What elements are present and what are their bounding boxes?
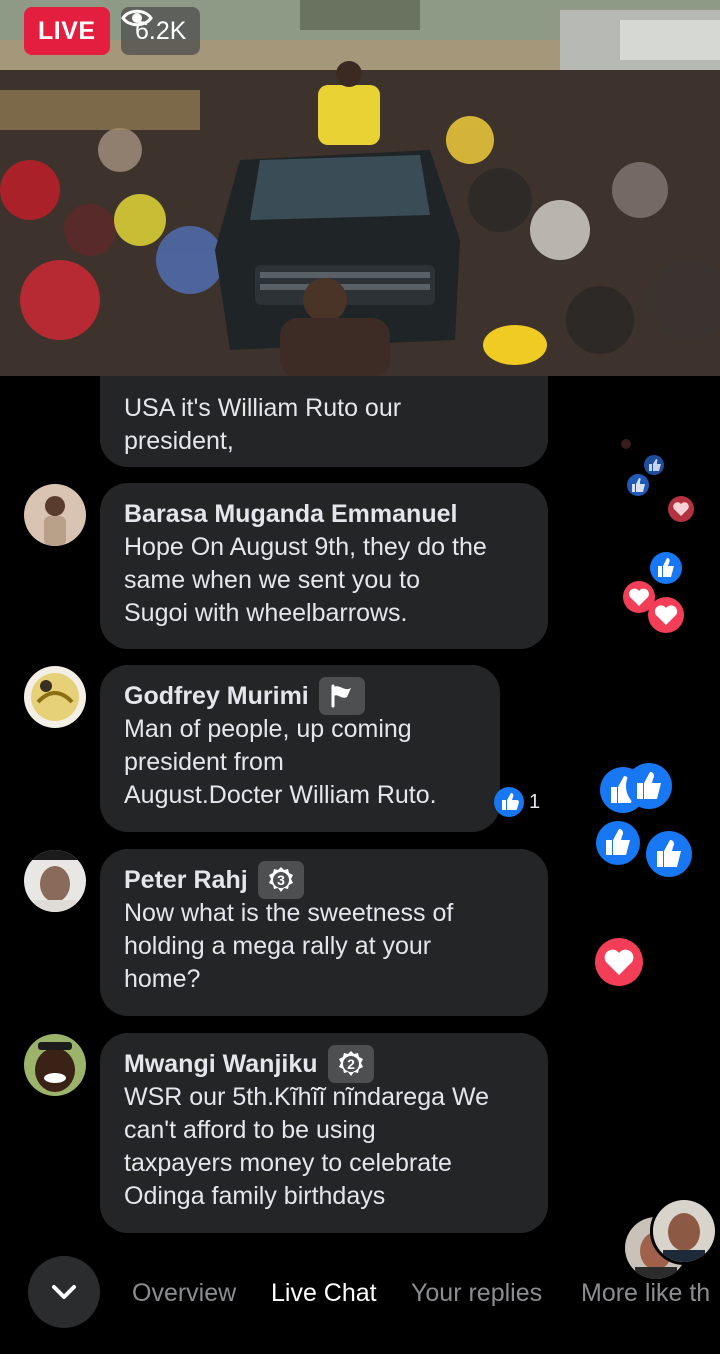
- like-reaction-icon: [646, 831, 692, 877]
- badge-gear-icon: 2: [338, 1051, 363, 1076]
- avatar[interactable]: [24, 1034, 86, 1096]
- chevron-down-icon: [52, 1285, 76, 1299]
- cohost-avatar[interactable]: [650, 1197, 718, 1265]
- comment-reaction-count[interactable]: 1: [493, 786, 540, 818]
- contributor-badge: 2: [327, 1045, 374, 1083]
- tab-your-replies[interactable]: Your replies: [411, 1276, 542, 1310]
- comment-bubble[interactable]: USA it's William Ruto our president,: [100, 376, 548, 467]
- live-chat-list[interactable]: USA it's William Ruto our president, Bar…: [0, 376, 720, 1244]
- contributor-badge: 3: [257, 861, 304, 899]
- like-reaction-icon: [596, 821, 640, 865]
- live-badge: LIVE: [24, 7, 110, 55]
- tab-overview[interactable]: Overview: [132, 1276, 236, 1310]
- scroll-down-button[interactable]: [28, 1256, 100, 1328]
- love-reaction-icon: [668, 496, 694, 522]
- comment-bubble[interactable]: Peter Rahj 3 Now what is the sweetness o…: [100, 849, 548, 1016]
- comment-text: WSR our 5th.Kĩhĩĩ nĩndarega We can't aff…: [124, 1083, 490, 1210]
- badge-gear-icon: 3: [268, 867, 293, 892]
- love-reaction-icon: [648, 597, 684, 633]
- floating-reaction: [621, 439, 631, 449]
- comment-bubble[interactable]: Mwangi Wanjiku 2 WSR our 5th.Kĩhĩĩ nĩnda…: [100, 1033, 548, 1233]
- bottom-tab-bar: Overview Live Chat Your replies More lik…: [0, 1197, 720, 1354]
- avatar[interactable]: [24, 850, 86, 912]
- flag-icon: [318, 677, 365, 715]
- comment-author[interactable]: Godfrey Murimi: [124, 677, 476, 715]
- comment-author-name[interactable]: Mwangi Wanjiku: [124, 1047, 318, 1081]
- avatar[interactable]: [24, 666, 86, 728]
- comment-text: Man of people, up coming president from …: [124, 715, 437, 809]
- comment-author[interactable]: Barasa Muganda Emmanuel: [124, 497, 524, 531]
- comment-author-name[interactable]: Peter Rahj: [124, 863, 248, 897]
- love-reaction-icon: [595, 938, 643, 986]
- like-reaction-icon: [626, 763, 672, 809]
- eye-icon: [121, 9, 153, 27]
- comment-bubble[interactable]: Godfrey Murimi Man of people, up coming …: [100, 665, 500, 832]
- tab-live-chat[interactable]: Live Chat: [271, 1276, 377, 1310]
- tab-more-like-this[interactable]: More like th: [581, 1276, 710, 1310]
- avatar[interactable]: [24, 484, 86, 546]
- comment-text: Now what is the sweetness of holding a m…: [124, 899, 454, 993]
- comment-bubble[interactable]: Barasa Muganda Emmanuel Hope On August 9…: [100, 483, 548, 649]
- comment-text: Hope On August 9th, they do the same whe…: [124, 533, 487, 627]
- video-frame: [0, 0, 720, 376]
- comment-text: USA it's William Ruto our president,: [124, 394, 402, 455]
- viewer-count-badge: 6.2K: [121, 7, 201, 55]
- reaction-count-value: 1: [529, 790, 541, 813]
- comment-author[interactable]: Mwangi Wanjiku 2: [124, 1045, 524, 1083]
- comment-author[interactable]: Peter Rahj 3: [124, 861, 524, 899]
- like-reaction-icon: [494, 787, 524, 817]
- live-video[interactable]: LIVE 6.2K: [0, 0, 720, 376]
- like-reaction-icon: [627, 474, 649, 496]
- badge-level: 3: [277, 872, 285, 888]
- comment-author-name[interactable]: Godfrey Murimi: [124, 679, 309, 713]
- badge-level: 2: [347, 1056, 355, 1072]
